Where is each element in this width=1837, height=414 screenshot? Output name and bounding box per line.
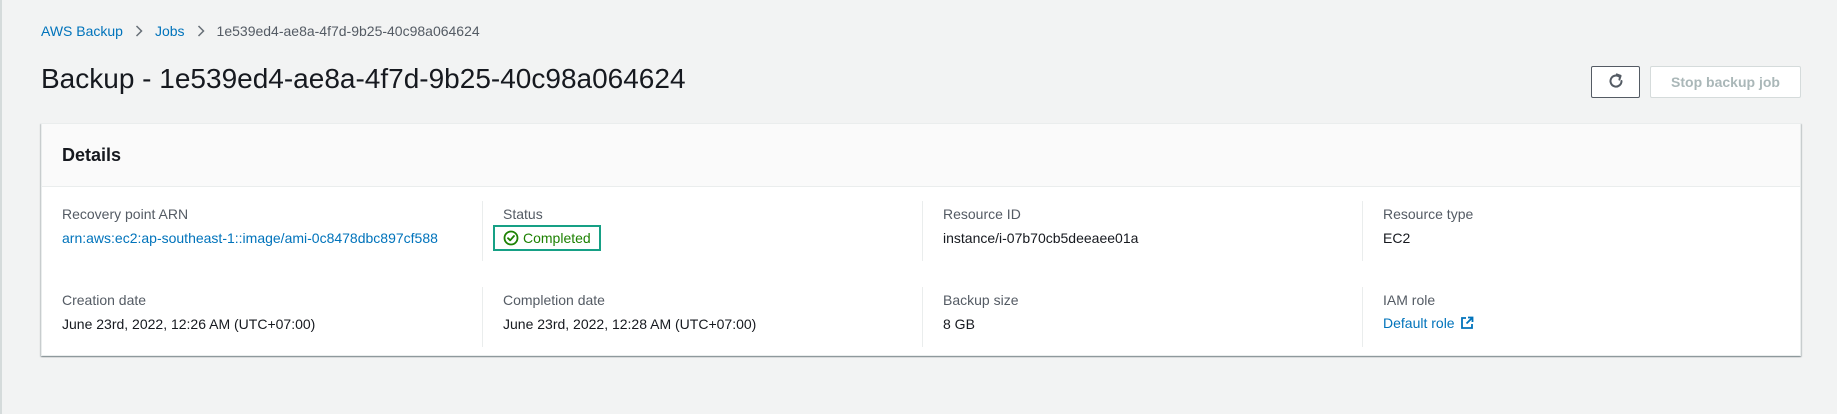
resource-type-value: EC2	[1383, 230, 1411, 246]
field-label: Resource ID	[943, 206, 1021, 222]
page-title: Backup - 1e539ed4-ae8a-4f7d-9b25-40c98a0…	[41, 63, 686, 94]
chevron-right-icon	[123, 22, 155, 40]
breadcrumb-jobs[interactable]: Jobs	[155, 22, 185, 40]
external-link-icon	[1460, 316, 1474, 330]
field-label: Resource type	[1383, 206, 1474, 222]
field-label: Status	[503, 206, 543, 222]
backup-size-field: Backup size 8 GB	[922, 287, 1362, 347]
recovery-point-arn-field: Recovery point ARN arn:aws:ec2:ap-southe…	[42, 201, 482, 261]
iam-role-link[interactable]: Default role	[1383, 315, 1474, 331]
check-circle-icon	[503, 230, 519, 246]
iam-role-link-text: Default role	[1383, 315, 1455, 331]
status-badge: Completed	[493, 225, 601, 251]
breadcrumb: AWS Backup Jobs 1e539ed4-ae8a-4f7d-9b25-…	[41, 22, 480, 40]
details-panel: Details Recovery point ARN arn:aws:ec2:a…	[41, 123, 1801, 356]
details-row: Recovery point ARN arn:aws:ec2:ap-southe…	[42, 201, 1802, 261]
completion-date-field: Completion date June 23rd, 2022, 12:28 A…	[482, 287, 922, 347]
left-edge-divider	[0, 0, 2, 414]
status-field: Status Completed	[482, 201, 922, 261]
creation-date-field: Creation date June 23rd, 2022, 12:26 AM …	[42, 287, 482, 347]
resource-id-field: Resource ID instance/i-07b70cb5deeaee01a	[922, 201, 1362, 261]
field-label: Creation date	[62, 292, 147, 308]
resource-type-field: Resource type EC2	[1362, 201, 1802, 261]
field-label: Completion date	[503, 292, 605, 308]
completion-date-value: June 23rd, 2022, 12:28 AM (UTC+07:00)	[503, 316, 757, 332]
resource-id-value: instance/i-07b70cb5deeaee01a	[943, 230, 1139, 246]
field-label: Backup size	[943, 292, 1019, 308]
refresh-button[interactable]	[1591, 66, 1640, 98]
breadcrumb-current: 1e539ed4-ae8a-4f7d-9b25-40c98a064624	[216, 23, 480, 39]
stop-backup-job-button[interactable]: Stop backup job	[1650, 66, 1801, 98]
creation-date-value: June 23rd, 2022, 12:26 AM (UTC+07:00)	[62, 316, 316, 332]
chevron-right-icon	[185, 22, 217, 40]
iam-role-field: IAM role Default role	[1362, 287, 1802, 347]
breadcrumb-aws-backup[interactable]: AWS Backup	[41, 22, 123, 40]
backup-size-value: 8 GB	[943, 316, 975, 332]
recovery-point-arn-link[interactable]: arn:aws:ec2:ap-southeast-1::image/ami-0c…	[62, 229, 482, 247]
field-label: Recovery point ARN	[62, 206, 189, 222]
details-row: Creation date June 23rd, 2022, 12:26 AM …	[42, 287, 1802, 347]
details-header: Details	[42, 124, 1800, 187]
field-label: IAM role	[1383, 292, 1436, 308]
details-title: Details	[62, 144, 122, 165]
refresh-icon	[1607, 72, 1625, 93]
status-text: Completed	[523, 230, 591, 246]
